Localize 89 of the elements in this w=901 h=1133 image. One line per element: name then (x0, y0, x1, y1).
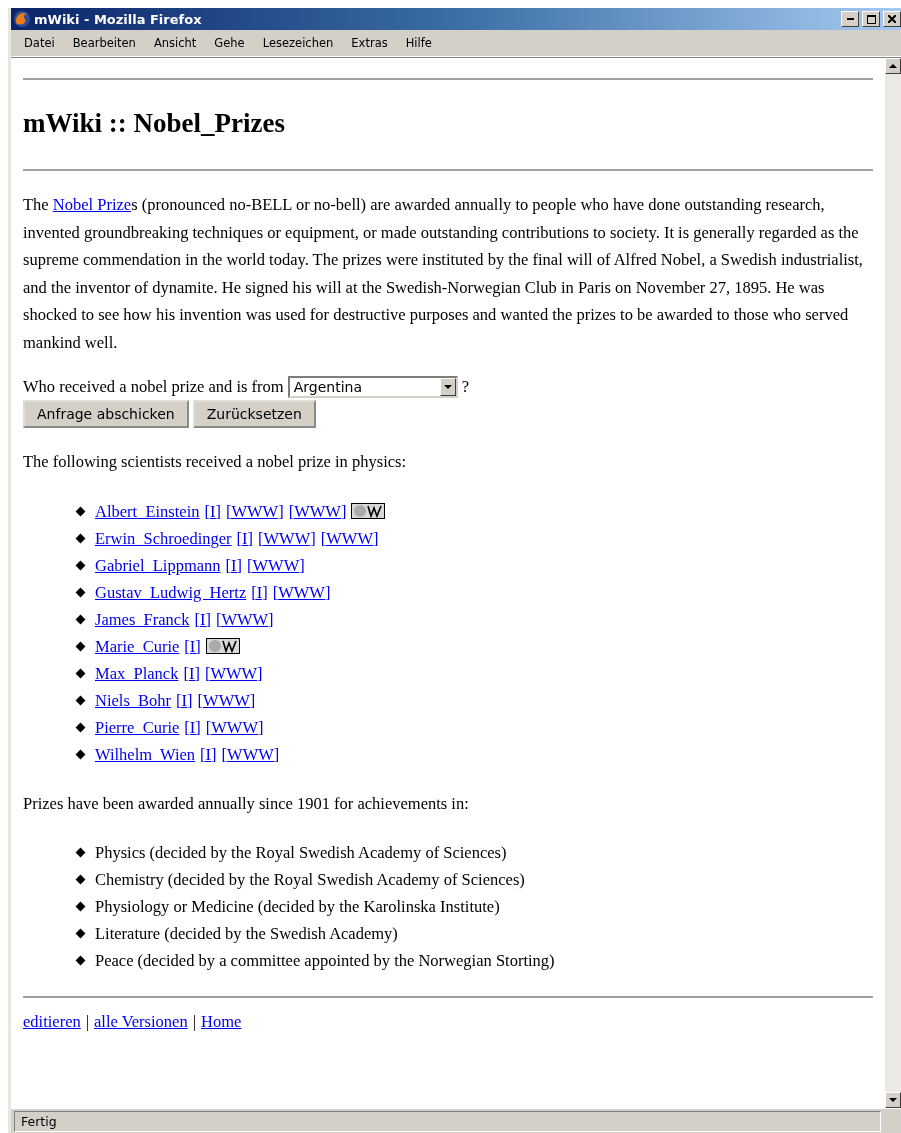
reference-link[interactable]: [I] (225, 551, 243, 579)
reference-link[interactable]: [I] (251, 578, 268, 606)
status-text: Fertig (14, 1110, 881, 1132)
category-item: Physiology or Medicine (decided by the Karolinska Institute) (95, 896, 500, 918)
scroll-down-button[interactable] (885, 1092, 901, 1108)
separator: | (85, 1012, 90, 1032)
bullet-icon (75, 928, 86, 939)
reference-link[interactable]: [I] (184, 632, 201, 660)
scientist-link[interactable]: Wilhelm Wien (95, 740, 196, 768)
reference-link[interactable]: [WWW] (272, 578, 331, 606)
bullet-icon (75, 722, 86, 732)
bullet-icon (75, 874, 86, 885)
query-label: Who received a nobel prize and is from (23, 377, 284, 397)
reference-link[interactable]: [I] (200, 740, 217, 768)
bullet-icon (75, 847, 86, 858)
category-item: Peace (decided by a committee appointed by the Norwegian Storting) (95, 950, 555, 972)
reference-link[interactable]: [WWW] (204, 659, 263, 687)
scientist-link[interactable]: Max Planck (95, 659, 179, 687)
bullet-icon (75, 641, 86, 651)
maximize-icon (866, 14, 876, 24)
separator: | (192, 1012, 196, 1032)
reference-link[interactable]: [WWW] (247, 551, 305, 579)
bullet-icon (75, 955, 86, 966)
bullet-icon (75, 668, 86, 678)
minimize-button[interactable] (841, 11, 859, 27)
menu-item[interactable]: Gehe (207, 34, 252, 52)
footer-link[interactable]: alle Versionen (94, 1012, 188, 1032)
scientist-link[interactable]: Gabriel Lippmann (95, 551, 221, 579)
scientist-link[interactable]: Marie Curie (95, 632, 180, 660)
bullet-icon (75, 695, 86, 705)
scroll-up-button[interactable] (885, 58, 901, 74)
menu-item[interactable]: Datei (17, 34, 62, 52)
scientist-link[interactable]: Pierre Curie (95, 713, 180, 741)
reference-link[interactable]: [I] (236, 524, 254, 552)
category-item: Literature (decided by the Swedish Academy) (95, 923, 398, 945)
intro-paragraph: The Nobel Prizes (pronounced no-BELL or no-bell) are awarded annually to people who have done outstanding research, invented groundbreaking techniques or equipment, or made outstanding contributions to society. It is generally regarded as the supreme commendation in the world today. The prizes were instituted by the final will of Alfred Nobel, a Swedish industrialist, and the inventor of dynamite. He signed his will at the Swedish-Norwegian Club in Paris on November 27, 1895. He was shocked to see how his invention was used for destructive purposes and wanted the prizes to be awarded to those who served mankind well. (23, 194, 864, 354)
bullet-icon (75, 749, 86, 759)
category-item: Chemistry (decided by the Royal Swedish Academy of Sciences) (95, 869, 525, 891)
bullet-icon (75, 587, 86, 597)
reference-link[interactable]: [WWW] (320, 524, 379, 552)
minimize-icon (846, 18, 854, 20)
menu-item[interactable]: Lesezeichen (255, 34, 341, 52)
question-mark: ? (461, 377, 469, 397)
scientist-link[interactable]: James Franck (95, 605, 190, 633)
categories-intro: Prizes have been awarded annually since 1901 for achievements in: (23, 792, 470, 815)
menu-item[interactable]: Hilfe (398, 34, 439, 52)
reference-link[interactable]: [WWW] (197, 686, 256, 714)
reference-link[interactable]: [WWW] (288, 497, 347, 525)
reference-link[interactable]: [I] (176, 686, 193, 714)
maximize-button[interactable] (862, 11, 880, 27)
reference-link[interactable]: [I] (194, 605, 211, 633)
reference-link[interactable]: [WWW] (205, 713, 264, 741)
bullet-icon (75, 533, 86, 543)
footer-link[interactable]: editieren (23, 1012, 81, 1032)
reference-link[interactable]: [WWW] (221, 740, 280, 768)
reference-link[interactable]: [WWW] (225, 497, 284, 525)
results-intro: The following scientists received a nobel prize in physics: (23, 451, 408, 473)
reset-button[interactable]: Zurücksetzen (192, 400, 316, 428)
reference-link[interactable]: [WWW] (258, 524, 316, 552)
browser-logo-icon (13, 10, 31, 28)
submit-button[interactable]: Anfrage abschicken (23, 400, 189, 428)
scientist-link[interactable]: Albert Einstein (95, 497, 200, 525)
menu-item[interactable]: Ansicht (146, 34, 204, 52)
bullet-icon (75, 560, 86, 570)
nobel-prize-link[interactable]: Nobel Prize (52, 195, 132, 214)
bullet-icon (75, 506, 86, 516)
scientist-link[interactable]: Gustav Ludwig Hertz (95, 578, 247, 606)
reference-link[interactable]: [WWW] (215, 605, 274, 633)
category-item: Physics (decided by the Royal Swedish Academy of Sciences) (95, 842, 507, 864)
reference-link[interactable]: [I] (183, 659, 200, 687)
close-button[interactable] (883, 11, 901, 27)
reference-link[interactable]: [I] (184, 713, 201, 741)
bullet-icon (75, 901, 86, 912)
menu-item[interactable]: Bearbeiten (65, 34, 143, 52)
close-icon (888, 15, 896, 23)
up-arrow-icon (889, 64, 897, 68)
footer-link[interactable]: Home (201, 1012, 242, 1032)
menu-item[interactable]: Extras (344, 34, 395, 52)
country-select[interactable]: Argentina (287, 376, 458, 398)
page-heading: mWiki :: Nobel_Prizes (23, 108, 286, 139)
scientist-link[interactable]: Erwin Schroedinger (95, 524, 232, 552)
wikipedia-image-icon[interactable] (205, 638, 240, 654)
bullet-icon (75, 614, 86, 624)
reference-link[interactable]: [I] (204, 497, 221, 525)
scientist-link[interactable]: Niels Bohr (95, 686, 172, 714)
window-title: mWiki - Mozilla Firefox (34, 11, 203, 27)
down-arrow-icon (889, 1098, 897, 1102)
wikipedia-image-icon[interactable] (351, 503, 386, 519)
scrollbar[interactable] (885, 58, 901, 1108)
